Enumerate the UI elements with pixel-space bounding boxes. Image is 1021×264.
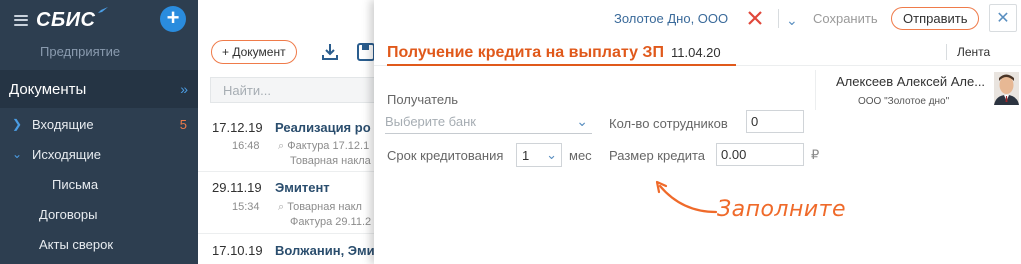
row-attachment: ⌕ Фактура 17.12.1: [278, 140, 369, 153]
user-organization: ООО "Золотое дно": [858, 96, 950, 107]
row-time: 15:34: [232, 201, 260, 213]
row-subtitle: Фактура 17.12.1: [287, 140, 370, 152]
term-label: Срок кредитования: [387, 148, 504, 163]
sidebar-item-incoming[interactable]: ❯ Входящие 5: [0, 109, 198, 139]
save-button[interactable]: Сохранить: [813, 11, 878, 26]
sidebar-item-label: Письма: [52, 176, 99, 192]
row-time: 16:48: [232, 140, 260, 152]
close-button[interactable]: ✕: [989, 4, 1017, 32]
term-unit: мес: [569, 148, 592, 163]
menu-icon[interactable]: [14, 14, 28, 26]
toolbar-divider: [778, 9, 779, 28]
sidebar-item-letters[interactable]: Письма: [0, 169, 198, 199]
paperclip-icon: ⌕: [278, 201, 285, 213]
currency-sign: ₽: [811, 147, 820, 162]
section-label: Документы: [9, 80, 87, 98]
hint-arrow-icon: [655, 180, 718, 214]
counter-badge: 5: [179, 116, 187, 132]
plus-icon: +: [166, 5, 180, 30]
document-panel: Золотое Дно, ООО ⌄ Сохранить Отправить ✕…: [374, 0, 1021, 264]
close-icon: ✕: [996, 10, 1010, 27]
row-date: 29.11.19: [212, 180, 262, 195]
sidebar-item-label: Договоры: [39, 206, 98, 222]
amount-input[interactable]: 0.00: [716, 143, 804, 166]
row-attachment: ⌕ Товарная накл: [278, 201, 362, 214]
hint-text: Заполните: [717, 197, 847, 222]
sidebar: СБИС + Предприятие Документы » ❯ Входящи…: [0, 0, 198, 264]
sidebar-item-label: Акты сверок: [39, 236, 114, 252]
logo-check-icon: [98, 6, 109, 13]
list-item[interactable]: 17.10.19 Волжанин, Эми: [198, 234, 398, 264]
sidebar-item-reconciliation[interactable]: Акты сверок: [0, 229, 198, 259]
row-date: 17.10.19: [212, 243, 263, 258]
logo-text: СБИС: [36, 8, 96, 31]
chevron-right-icon: ❯: [12, 117, 23, 131]
active-tab-underline: [387, 64, 736, 66]
employees-input[interactable]: 0: [746, 110, 804, 133]
row-title: Волжанин, Эми: [275, 243, 375, 258]
recipient-label: Получатель: [387, 92, 459, 107]
document-list: + Документ Найти... 17.12.19 16:48 Реали…: [198, 0, 410, 264]
amount-label: Размер кредита: [609, 148, 706, 163]
chevron-down-icon[interactable]: ⌄: [786, 12, 798, 29]
tab-tape[interactable]: Лента: [957, 45, 990, 59]
list-item[interactable]: 29.11.19 15:34 Эмитент ⌕ Товарная накл Ф…: [198, 172, 398, 230]
document-date[interactable]: 11.04.20: [671, 45, 721, 60]
chevron-down-icon: ⌄: [12, 147, 23, 161]
bank-select[interactable]: Выберите банк ⌄: [385, 110, 592, 134]
bank-select-placeholder: Выберите банк: [385, 114, 476, 129]
chevron-down-icon: ⌄: [576, 113, 588, 129]
term-value: 1: [522, 147, 530, 163]
sidebar-item-label: Входящие: [32, 116, 94, 132]
delete-icon[interactable]: [746, 9, 764, 27]
row-title: Эмитент: [275, 180, 330, 195]
row-subtitle: Фактура 29.11.2: [290, 216, 372, 228]
app-logo[interactable]: СБИС: [36, 6, 109, 32]
download-icon[interactable]: [320, 42, 340, 62]
add-document-button[interactable]: + Документ: [211, 40, 297, 64]
send-button[interactable]: Отправить: [891, 7, 980, 30]
save-icon[interactable]: [356, 42, 376, 62]
organization-link[interactable]: Золотое Дно, ООО: [614, 11, 728, 26]
user-divider: [815, 70, 816, 110]
panel-toolbar: Золотое Дно, ООО ⌄ Сохранить Отправить ✕: [374, 0, 1021, 36]
create-button[interactable]: +: [160, 6, 186, 32]
row-subtitle: Товарная накла: [290, 155, 371, 167]
row-title: Реализация ро: [275, 120, 371, 135]
company-name[interactable]: Предприятие: [40, 44, 120, 59]
document-title: Получение кредита на выплату ЗП: [387, 44, 664, 61]
toolbar-divider: [946, 44, 947, 60]
sidebar-item-contracts[interactable]: Договоры: [0, 199, 198, 229]
double-chevron-right-icon[interactable]: »: [180, 81, 188, 97]
section-documents[interactable]: Документы »: [0, 70, 198, 108]
term-select[interactable]: 1 ⌄: [516, 143, 562, 167]
chevron-down-icon: ⌄: [546, 147, 557, 162]
employees-label: Кол-во сотрудников: [609, 116, 728, 131]
sidebar-item-outgoing[interactable]: ⌄ Исходящие: [0, 139, 198, 169]
avatar[interactable]: [994, 72, 1019, 105]
sidebar-item-label: Исходящие: [32, 146, 101, 162]
list-item[interactable]: 17.12.19 16:48 Реализация ро ⌕ Фактура 1…: [198, 112, 398, 170]
row-subtitle: Товарная накл: [287, 201, 362, 213]
paperclip-icon: ⌕: [278, 140, 285, 152]
user-name[interactable]: Алексеев Алексей Але...: [836, 74, 985, 89]
row-date: 17.12.19: [212, 120, 263, 135]
panel-title-bar: Получение кредита на выплату ЗП 11.04.20…: [374, 36, 1021, 66]
